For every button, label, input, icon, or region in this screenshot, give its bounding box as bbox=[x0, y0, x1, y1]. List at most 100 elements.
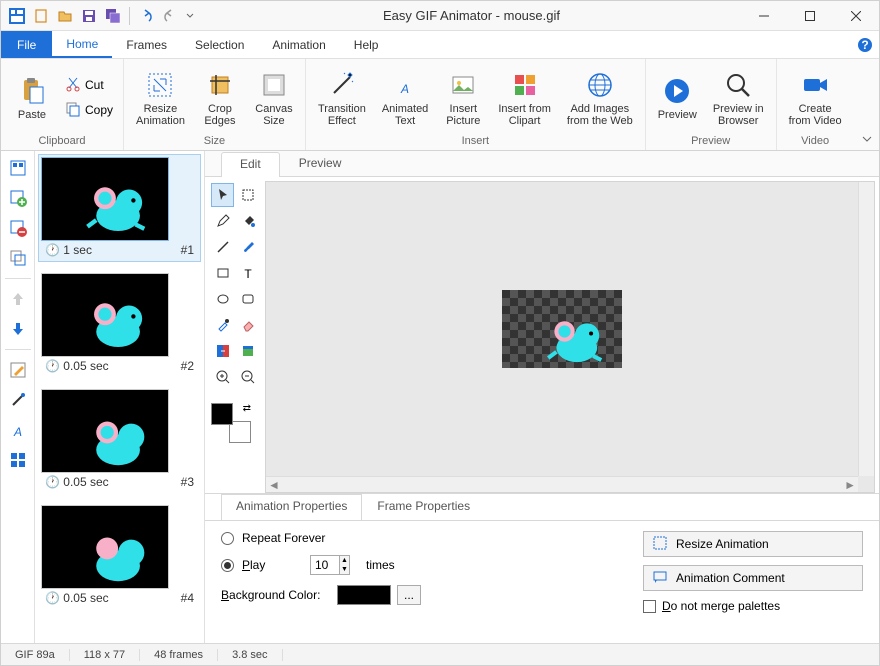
magnify-icon bbox=[722, 69, 754, 101]
canvas[interactable] bbox=[266, 182, 858, 476]
replace-color-tool[interactable] bbox=[211, 339, 234, 363]
grid-icon[interactable] bbox=[5, 447, 31, 473]
eraser-tool[interactable] bbox=[236, 313, 259, 337]
animation-comment-button[interactable]: Animation Comment bbox=[643, 565, 863, 591]
frame-item[interactable]: 🕐 0.05 sec#3 bbox=[41, 389, 198, 491]
frames-icon[interactable] bbox=[5, 155, 31, 181]
tab-animation[interactable]: Animation bbox=[258, 31, 339, 58]
preview-button[interactable]: Preview bbox=[652, 73, 703, 123]
frame-item[interactable]: 🕐 0.05 sec#2 bbox=[41, 273, 198, 375]
frame-thumbnail[interactable] bbox=[41, 389, 169, 473]
insert-picture-button[interactable]: Insert Picture bbox=[438, 67, 488, 129]
add-frame-icon[interactable] bbox=[5, 185, 31, 211]
add-images-web-button[interactable]: Add Images from the Web bbox=[561, 67, 639, 129]
play-times-radio[interactable] bbox=[221, 559, 234, 572]
resize-animation-button[interactable]: Resize Animation bbox=[130, 67, 191, 129]
pencil-tool[interactable] bbox=[211, 209, 234, 233]
canvas-size-button[interactable]: Canvas Size bbox=[249, 67, 299, 129]
frame-item[interactable]: 🕐 1 sec#1 bbox=[38, 154, 201, 262]
rounded-rect-tool[interactable] bbox=[236, 287, 259, 311]
move-down-icon[interactable] bbox=[5, 316, 31, 342]
separator bbox=[5, 349, 31, 350]
fill-tool[interactable] bbox=[236, 209, 259, 233]
create-from-video-button[interactable]: Create from Video bbox=[783, 67, 848, 129]
bgcolor-more-button[interactable]: ... bbox=[397, 585, 421, 605]
merge-palettes-checkbox[interactable]: Do not merge palettes bbox=[643, 599, 863, 613]
editor-body: T ⇄ ◄► bbox=[205, 177, 879, 493]
move-up-icon[interactable] bbox=[5, 286, 31, 312]
duplicate-frame-icon[interactable] bbox=[5, 245, 31, 271]
undo-icon[interactable] bbox=[136, 6, 156, 26]
edit-frame-icon[interactable] bbox=[5, 357, 31, 383]
saveall-icon[interactable] bbox=[103, 6, 123, 26]
tab-frame-properties[interactable]: Frame Properties bbox=[362, 494, 485, 520]
tab-home[interactable]: Home bbox=[52, 31, 112, 58]
frame-item[interactable]: 🕐 0.05 sec#4 bbox=[41, 505, 198, 607]
ribbon-collapse-icon[interactable] bbox=[855, 131, 879, 150]
text-tool-icon[interactable]: A bbox=[5, 417, 31, 443]
tab-help[interactable]: Help bbox=[340, 31, 393, 58]
tab-frames[interactable]: Frames bbox=[112, 31, 181, 58]
ribbon-group-preview: Preview Preview in Browser Preview bbox=[646, 59, 777, 150]
clock-icon: 🕐 1 sec bbox=[45, 243, 92, 257]
redo-icon[interactable] bbox=[160, 6, 180, 26]
text-tool[interactable]: T bbox=[236, 261, 259, 285]
paste-button[interactable]: Paste bbox=[7, 73, 57, 123]
play-count-input[interactable]: ▲▼ bbox=[310, 555, 350, 575]
help-icon[interactable]: ? bbox=[851, 31, 879, 58]
bgcolor-swatch[interactable] bbox=[337, 585, 391, 605]
repeat-forever-radio[interactable]: Repeat Forever bbox=[221, 531, 623, 545]
new-icon[interactable] bbox=[31, 6, 51, 26]
brush-tool[interactable] bbox=[236, 235, 259, 259]
canvas-content[interactable] bbox=[502, 290, 622, 368]
frame-thumbnail[interactable] bbox=[41, 273, 169, 357]
copy-button[interactable]: Copy bbox=[61, 99, 117, 122]
tab-animation-properties[interactable]: Animation Properties bbox=[221, 494, 362, 520]
resize-animation-button2[interactable]: Resize Animation bbox=[643, 531, 863, 557]
open-icon[interactable] bbox=[55, 6, 75, 26]
scrollbar-vertical[interactable] bbox=[858, 182, 874, 476]
rect-tool[interactable] bbox=[211, 261, 234, 285]
statusbar: GIF 89a 118 x 77 48 frames 3.8 sec bbox=[1, 643, 879, 665]
tab-edit[interactable]: Edit bbox=[221, 152, 280, 177]
separator bbox=[129, 7, 130, 25]
preview-browser-button[interactable]: Preview in Browser bbox=[707, 67, 770, 129]
cut-button[interactable]: Cut bbox=[61, 74, 117, 97]
ribbon-group-size: Resize Animation Crop Edges Canvas Size … bbox=[124, 59, 306, 150]
animated-text-button[interactable]: AAnimated Text bbox=[376, 67, 434, 129]
clone-tool[interactable] bbox=[236, 339, 259, 363]
pointer-tool[interactable] bbox=[211, 183, 234, 207]
qat-dropdown-icon[interactable] bbox=[184, 6, 196, 26]
save-icon[interactable] bbox=[79, 6, 99, 26]
close-button[interactable] bbox=[833, 1, 879, 31]
effects-icon[interactable] bbox=[5, 387, 31, 413]
foreground-color-swatch[interactable] bbox=[211, 403, 233, 425]
frame-thumbnail[interactable] bbox=[41, 157, 169, 241]
zoom-in-tool[interactable] bbox=[211, 365, 234, 389]
svg-text:A: A bbox=[12, 425, 21, 439]
zoom-out-tool[interactable] bbox=[236, 365, 259, 389]
ribbon-group-clipboard: Paste Cut Copy Clipboard bbox=[1, 59, 124, 150]
ellipse-tool[interactable] bbox=[211, 287, 234, 311]
line-tool[interactable] bbox=[211, 235, 234, 259]
crop-edges-button[interactable]: Crop Edges bbox=[195, 67, 245, 129]
swap-colors-icon[interactable]: ⇄ bbox=[243, 403, 251, 414]
left-toolbar: A bbox=[1, 151, 35, 643]
eyedropper-tool[interactable] bbox=[211, 313, 234, 337]
frame-thumbnail[interactable] bbox=[41, 505, 169, 589]
scrollbar-horizontal[interactable]: ◄► bbox=[266, 476, 858, 492]
insert-clipart-button[interactable]: Insert from Clipart bbox=[492, 67, 557, 129]
maximize-button[interactable] bbox=[787, 1, 833, 31]
minimize-button[interactable] bbox=[741, 1, 787, 31]
spin-up[interactable]: ▲ bbox=[340, 556, 349, 565]
spin-down[interactable]: ▼ bbox=[340, 565, 349, 574]
marquee-tool[interactable] bbox=[236, 183, 259, 207]
wand-icon bbox=[326, 69, 358, 101]
canvas-icon bbox=[258, 69, 290, 101]
tab-selection[interactable]: Selection bbox=[181, 31, 258, 58]
file-tab[interactable]: File bbox=[1, 31, 52, 58]
remove-frame-icon[interactable] bbox=[5, 215, 31, 241]
window-title: Easy GIF Animator - mouse.gif bbox=[202, 8, 741, 23]
transition-effect-button[interactable]: Transition Effect bbox=[312, 67, 372, 129]
tab-preview[interactable]: Preview bbox=[280, 151, 361, 176]
